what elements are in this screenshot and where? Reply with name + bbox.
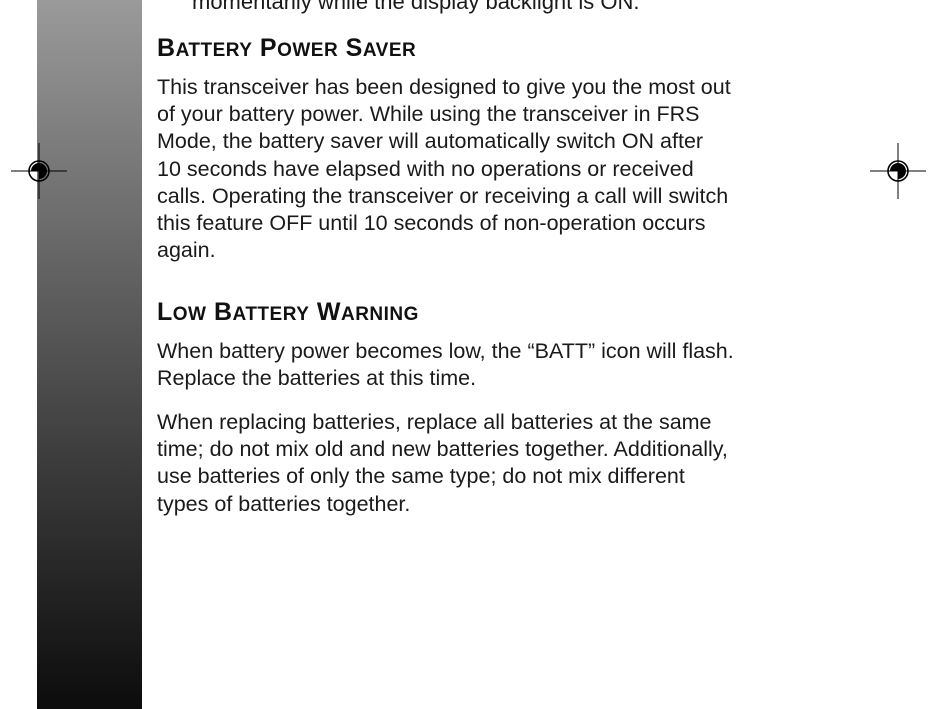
heading-cap: S bbox=[345, 34, 363, 62]
previous-section-fragment: momentarily while the display backlight … bbox=[192, 0, 640, 14]
heading-battery-power-saver: BATTERY POWER SAVER bbox=[157, 33, 416, 66]
heading-rest: OW bbox=[172, 304, 207, 325]
text-line: types of batteries together. bbox=[157, 491, 411, 516]
text-line: calls. Operating the transceiver or rece… bbox=[157, 183, 729, 208]
heading-rest: AVER bbox=[362, 40, 417, 61]
text-line: 10 seconds have elapsed with no operatio… bbox=[157, 156, 694, 181]
text-line: use batteries of only the same type; do … bbox=[157, 464, 685, 489]
heading-rest: ARNING bbox=[340, 304, 419, 325]
heading-low-battery-warning: LOW BATTERY WARNING bbox=[157, 297, 419, 330]
text-line: this feature OFF until 10 seconds of non… bbox=[157, 211, 706, 236]
text-line: When battery power becomes low, the “BAT… bbox=[157, 339, 734, 363]
text-line: time; do not mix old and new batteries t… bbox=[157, 437, 728, 462]
text-line: of your battery power. While using the t… bbox=[157, 102, 700, 127]
heading-rest: OWER bbox=[277, 40, 339, 61]
heading-cap: P bbox=[259, 34, 278, 62]
heading-cap: L bbox=[157, 298, 173, 326]
text-line: This transceiver has been designed to gi… bbox=[157, 75, 731, 99]
paragraph-low-battery: When battery power becomes low, the “BAT… bbox=[157, 338, 887, 392]
heading-cap: B bbox=[157, 34, 176, 62]
side-gradient-bar bbox=[37, 0, 142, 709]
paragraph-battery-saver: This transceiver has been designed to gi… bbox=[157, 74, 887, 264]
text-line: Mode, the battery saver will automatical… bbox=[157, 129, 704, 154]
paragraph-replacing-batteries: When replacing batteries, replace all ba… bbox=[157, 409, 887, 518]
text-line: When replacing batteries, replace all ba… bbox=[157, 410, 712, 434]
text-line: again. bbox=[157, 238, 216, 263]
heading-rest: ATTERY bbox=[232, 304, 310, 325]
heading-cap: B bbox=[213, 298, 233, 326]
heading-rest: ATTERY bbox=[175, 40, 253, 61]
heading-cap: W bbox=[316, 298, 341, 326]
text-line: Replace the batteries at this time. bbox=[157, 366, 477, 391]
registration-mark-icon bbox=[11, 143, 67, 199]
